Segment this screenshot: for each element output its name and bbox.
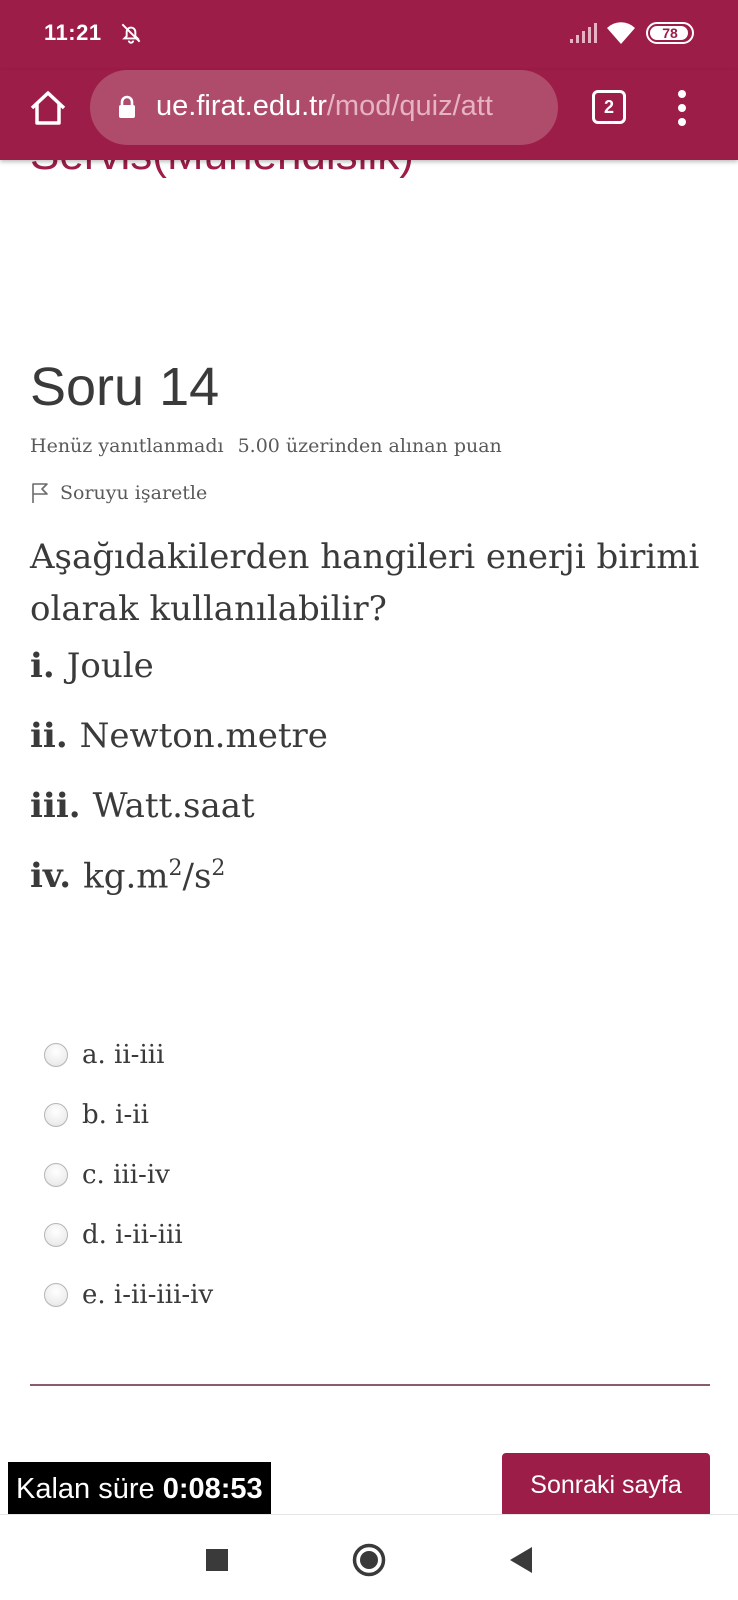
radio-button[interactable] bbox=[44, 1223, 68, 1247]
answer-option-d[interactable]: d. i-ii-iii bbox=[44, 1220, 183, 1250]
answer-option-a[interactable]: a. ii-iii bbox=[44, 1040, 164, 1070]
option-label: b. i-ii bbox=[82, 1100, 149, 1130]
radio-button[interactable] bbox=[44, 1163, 68, 1187]
statement-item: iii. Watt.saat bbox=[30, 786, 255, 826]
statement-superscript: 2 bbox=[168, 856, 183, 881]
back-icon[interactable] bbox=[508, 1545, 534, 1575]
answer-option-b[interactable]: b. i-ii bbox=[44, 1100, 149, 1130]
statement-item: iv. kg.m2/s2 bbox=[30, 856, 225, 896]
tab-switcher-button[interactable]: 2 bbox=[592, 90, 626, 124]
flag-icon bbox=[32, 483, 48, 503]
question-status: Henüz yanıtlanmadı bbox=[30, 435, 224, 457]
question-grade: 5.00 üzerinden alınan puan bbox=[237, 435, 502, 457]
divider bbox=[30, 1384, 710, 1386]
statement-number: iv. bbox=[30, 856, 72, 897]
radio-button[interactable] bbox=[44, 1043, 68, 1067]
statement-text: Watt.saat bbox=[92, 786, 255, 826]
flag-label: Soruyu işaretle bbox=[60, 482, 208, 504]
cell-signal-icon bbox=[570, 23, 597, 43]
quiz-timer: Kalan süre 0:08:53 bbox=[8, 1462, 271, 1516]
question-text: Aşağıdakilerden hangileri enerji birimi … bbox=[30, 537, 700, 629]
recent-apps-icon[interactable] bbox=[206, 1549, 228, 1571]
timer-label: Kalan süre bbox=[16, 1473, 155, 1505]
statement-text: Joule bbox=[66, 646, 154, 686]
statement-item: i. Joule bbox=[30, 646, 154, 686]
url-path: /mod/quiz/att bbox=[326, 90, 493, 122]
statement-number: iii. bbox=[30, 786, 81, 826]
wifi-icon bbox=[607, 22, 635, 44]
battery-indicator: 78 bbox=[646, 22, 694, 44]
answer-option-e[interactable]: e. i-ii-iii-iv bbox=[44, 1280, 213, 1310]
option-label: a. ii-iii bbox=[82, 1040, 165, 1070]
url-host: ue.firat.edu.tr bbox=[156, 90, 327, 122]
browser-toolbar: ue.firat.edu.tr/mod/quiz/att 2 bbox=[0, 70, 738, 160]
status-bar: 11:21 78 bbox=[0, 0, 738, 70]
statement-number: ii. bbox=[30, 716, 68, 756]
more-menu-icon[interactable] bbox=[672, 88, 692, 128]
system-nav-bar bbox=[0, 1514, 738, 1600]
option-label: c. iii-iv bbox=[82, 1160, 170, 1190]
address-bar[interactable]: ue.firat.edu.tr/mod/quiz/att bbox=[90, 70, 558, 145]
radio-button[interactable] bbox=[44, 1283, 68, 1307]
lock-icon bbox=[119, 95, 135, 118]
notifications-off-icon bbox=[121, 23, 141, 44]
status-time: 11:21 bbox=[44, 20, 102, 45]
home-icon[interactable] bbox=[28, 88, 68, 128]
url-text: ue.firat.edu.tr/mod/quiz/att bbox=[156, 90, 493, 123]
statement-item: ii. Newton.metre bbox=[30, 716, 328, 756]
statement-text: kg.m bbox=[83, 856, 169, 897]
question-info: Henüz yanıtlanmadı 5.00 üzerinden alınan … bbox=[30, 435, 502, 457]
statement-number: i. bbox=[30, 646, 55, 686]
home-circle-icon[interactable] bbox=[352, 1543, 386, 1577]
statement-text: Newton.metre bbox=[79, 716, 328, 756]
next-page-button[interactable]: Sonraki sayfa bbox=[502, 1453, 710, 1517]
statement-superscript: 2 bbox=[211, 856, 226, 881]
timer-value: 0:08:53 bbox=[162, 1473, 263, 1505]
radio-button[interactable] bbox=[44, 1103, 68, 1127]
option-label: e. i-ii-iii-iv bbox=[82, 1280, 214, 1310]
flag-question-link[interactable]: Soruyu işaretle bbox=[30, 482, 207, 504]
answer-option-c[interactable]: c. iii-iv bbox=[44, 1160, 170, 1190]
option-label: d. i-ii-iii bbox=[82, 1220, 183, 1250]
statement-text-suffix: /s bbox=[182, 856, 212, 897]
question-title: Soru 14 bbox=[30, 357, 220, 417]
battery-level: 78 bbox=[662, 25, 678, 41]
